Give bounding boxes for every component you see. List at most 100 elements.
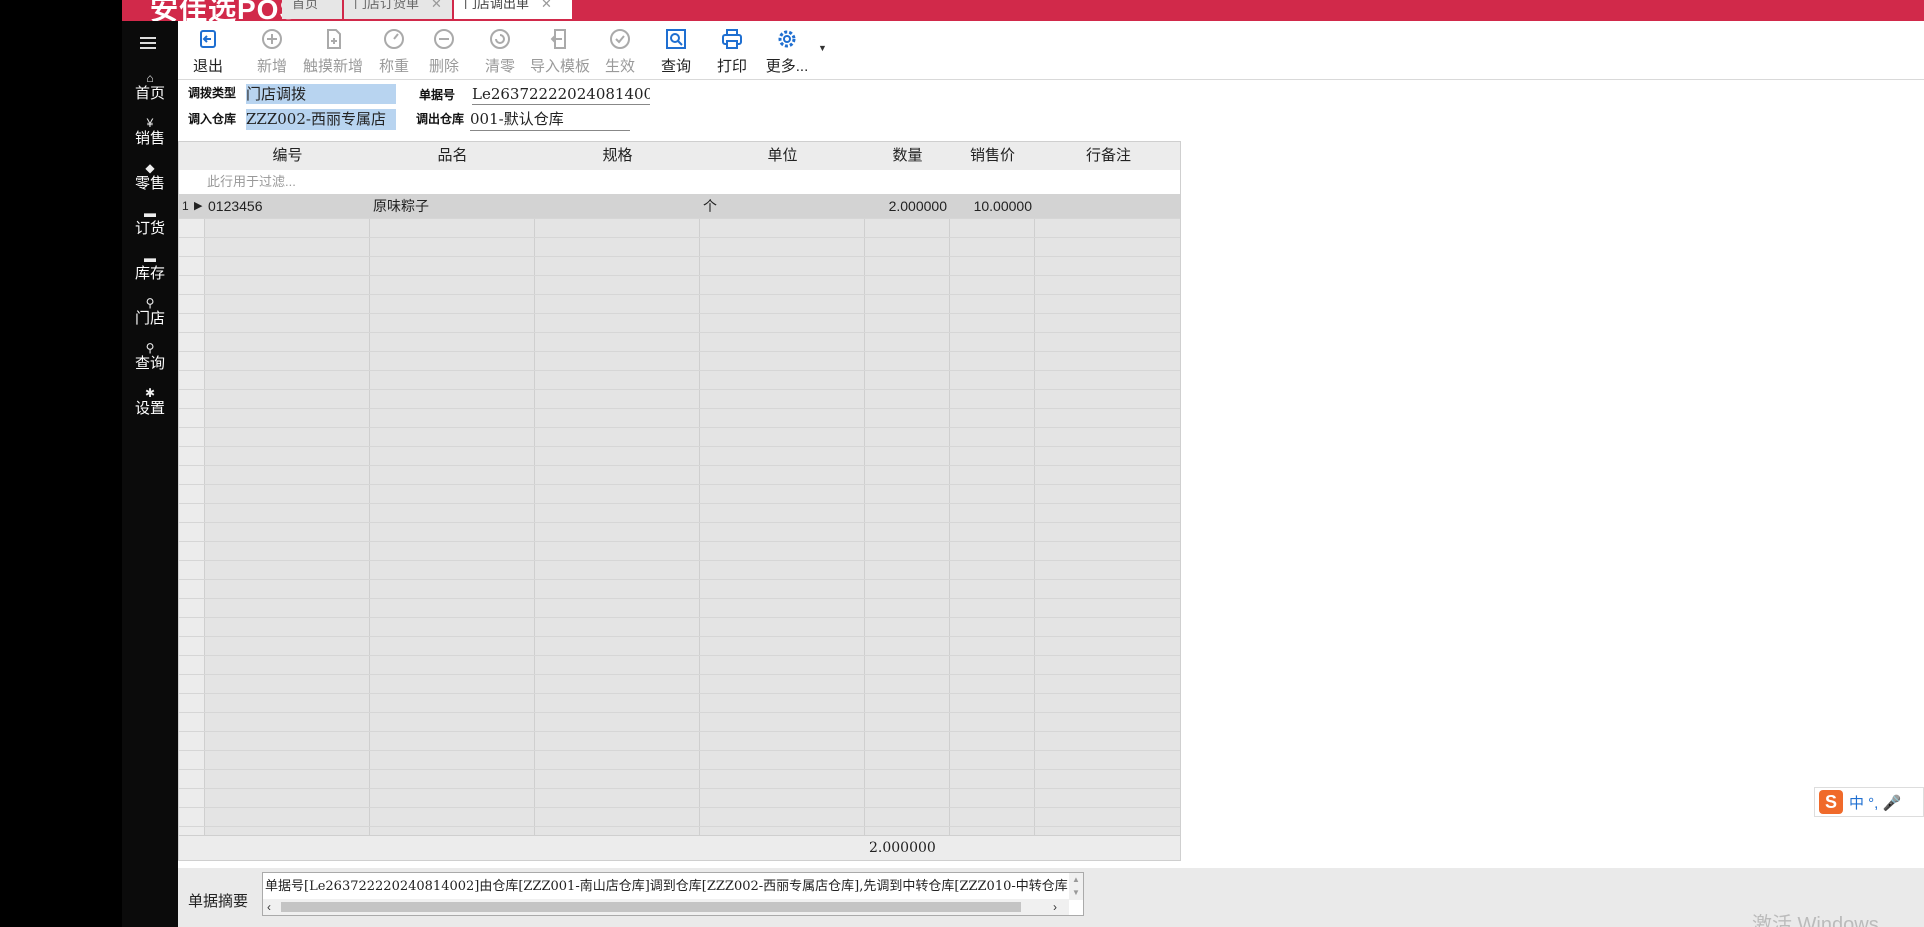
row-line — [179, 617, 1180, 618]
clear-button[interactable]: 清零 — [482, 27, 518, 76]
column-header-spec[interactable]: 规格 — [535, 142, 700, 170]
sidebar-item-query[interactable]: ⚲ 查询 — [122, 341, 178, 373]
sidebar-item-label: 零售 — [134, 175, 165, 192]
sidebar-item-label: 首页 — [134, 85, 165, 102]
sidebar-item-label: 设置 — [134, 400, 165, 417]
doc-no-label: 单据号 — [419, 88, 456, 102]
plus-circle-icon — [262, 29, 282, 49]
weigh-button[interactable]: 称重 — [376, 27, 412, 76]
close-icon[interactable]: ✕ — [431, 0, 442, 11]
title-bar: 安佳选POS 首页 门店订货单 ✕ 门店调出单 ✕ — [122, 0, 1924, 25]
row-line — [179, 503, 1180, 504]
cell-unit[interactable]: 个 — [703, 194, 717, 218]
horizontal-scrollbar[interactable]: ‹ › — [263, 899, 1069, 915]
summary-text: 单据号[Le263722220240814002]由仓库[ZZZ001-南山店仓… — [265, 879, 1068, 894]
scroll-right-icon[interactable]: › — [1053, 899, 1057, 915]
cell-price[interactable]: 10.00000 — [950, 194, 1032, 218]
grid-column — [535, 142, 700, 860]
sidebar-item-label: 销售 — [134, 130, 165, 147]
row-line — [179, 389, 1180, 390]
row-line — [179, 351, 1180, 352]
in-warehouse-field[interactable]: ZZZ002-西丽专属店 — [246, 109, 396, 130]
row-line — [179, 294, 1180, 295]
sidebar-item-store[interactable]: ⚲ 门店 — [122, 296, 178, 328]
sidebar-item-sales[interactable]: ¥ 销售 — [122, 116, 178, 148]
close-icon[interactable]: ✕ — [541, 0, 552, 11]
windows-activation-watermark: 激活 Windows — [1752, 914, 1879, 927]
delete-button[interactable]: 删除 — [426, 27, 462, 76]
print-button[interactable]: 打印 — [714, 27, 750, 76]
column-header-qty[interactable]: 数量 — [865, 142, 950, 170]
total-qty: 2.000000 — [869, 840, 936, 856]
row-line — [179, 522, 1180, 523]
column-header-unit[interactable]: 单位 — [700, 142, 865, 170]
button-label: 生效 — [604, 58, 635, 75]
add-button[interactable]: 新增 — [252, 27, 292, 76]
out-warehouse-field[interactable]: 001-默认仓库 — [470, 109, 630, 131]
sidebar-item-home[interactable]: ⌂ 首页 — [122, 71, 178, 103]
sidebar-item-retail[interactable]: ◆ 零售 — [122, 161, 178, 193]
exit-button[interactable]: 退出 — [188, 27, 228, 76]
row-line — [179, 237, 1180, 238]
sidebar-item-settings[interactable]: ✱ 设置 — [122, 386, 178, 418]
row-line — [179, 598, 1180, 599]
column-header-price[interactable]: 销售价 — [950, 142, 1035, 170]
sidebar-item-inventory[interactable]: ▬ 库存 — [122, 251, 178, 283]
button-label: 查询 — [660, 58, 691, 75]
grid-column — [370, 142, 535, 860]
row-line — [179, 769, 1180, 770]
clear-icon — [490, 29, 510, 49]
row-line — [179, 693, 1180, 694]
table-row[interactable]: 1 ▶ 0123456 原味粽子 个 2.000000 10.00000 — [179, 194, 1180, 218]
exit-icon — [200, 30, 216, 48]
chevron-down-icon[interactable]: ▼ — [818, 43, 827, 53]
row-line — [179, 579, 1180, 580]
row-line — [179, 332, 1180, 333]
tab-home[interactable]: 首页 — [282, 0, 342, 19]
summary-textarea[interactable]: 单据号[Le263722220240814002]由仓库[ZZZ001-南山店仓… — [262, 872, 1084, 916]
activate-button[interactable]: 生效 — [602, 27, 638, 76]
hamburger-menu-icon[interactable] — [140, 37, 156, 49]
row-line — [179, 807, 1180, 808]
search-icon: ⚲ — [145, 296, 155, 310]
row-line — [179, 256, 1180, 257]
query-button[interactable]: 查询 — [658, 27, 694, 76]
row-line — [179, 636, 1180, 637]
ime-status: 中 °, 🎤 — [1849, 795, 1902, 812]
grid-header: 编号 品名 规格 单位 数量 销售价 行备注 — [179, 142, 1180, 171]
row-line — [179, 560, 1180, 561]
grid-column — [1035, 142, 1180, 860]
document-header: 调拨类型 门店调拨 单据号 Le263722220240814002 调入仓库 … — [178, 82, 1924, 140]
tab-store-order[interactable]: 门店订货单 ✕ — [344, 0, 452, 19]
row-line — [179, 655, 1180, 656]
doc-no-field[interactable]: Le263722220240814002 — [472, 84, 650, 105]
toolbar: 退出 新增 触摸新增 称重 删除 清零 导入模板 生效 查询 打印 更多... … — [178, 21, 1924, 80]
printer-icon — [722, 29, 742, 49]
filter-row[interactable]: 此行用于过滤... — [179, 170, 1180, 195]
sidebar-item-label: 查询 — [134, 355, 165, 372]
sidebar-item-order[interactable]: ▬ 订货 — [122, 206, 178, 238]
import-template-button[interactable]: 导入模板 — [530, 27, 590, 76]
summary-label: 单据摘要 — [188, 893, 249, 910]
cell-name[interactable]: 原味粽子 — [373, 194, 429, 218]
row-indicator-column — [179, 142, 205, 860]
tab-label: 门店订货单 — [354, 0, 420, 11]
transfer-type-field[interactable]: 门店调拨 — [246, 84, 396, 104]
cell-qty[interactable]: 2.000000 — [865, 194, 947, 218]
vertical-scrollbar[interactable]: ▲ ▼ — [1069, 873, 1083, 900]
column-header-name[interactable]: 品名 — [370, 142, 535, 170]
tab-store-transfer-out[interactable]: 门店调出单 ✕ — [454, 0, 572, 19]
touch-add-button[interactable]: 触摸新增 — [302, 27, 364, 76]
column-header-code[interactable]: 编号 — [205, 142, 370, 170]
scrollbar-thumb[interactable] — [281, 902, 1021, 912]
scroll-left-icon[interactable]: ‹ — [267, 899, 271, 915]
row-line — [179, 218, 1180, 219]
grid-column — [700, 142, 865, 860]
row-line — [179, 446, 1180, 447]
items-grid: 编号 品名 规格 单位 数量 销售价 行备注 此行用于过滤... 1 ▶ 012… — [178, 141, 1181, 861]
more-button[interactable]: 更多... — [762, 27, 812, 76]
column-header-note[interactable]: 行备注 — [1035, 142, 1180, 170]
button-label: 退出 — [192, 58, 223, 75]
cell-code[interactable]: 0123456 — [208, 194, 263, 218]
ime-toolbar[interactable]: S 中 °, 🎤 — [1814, 787, 1924, 817]
